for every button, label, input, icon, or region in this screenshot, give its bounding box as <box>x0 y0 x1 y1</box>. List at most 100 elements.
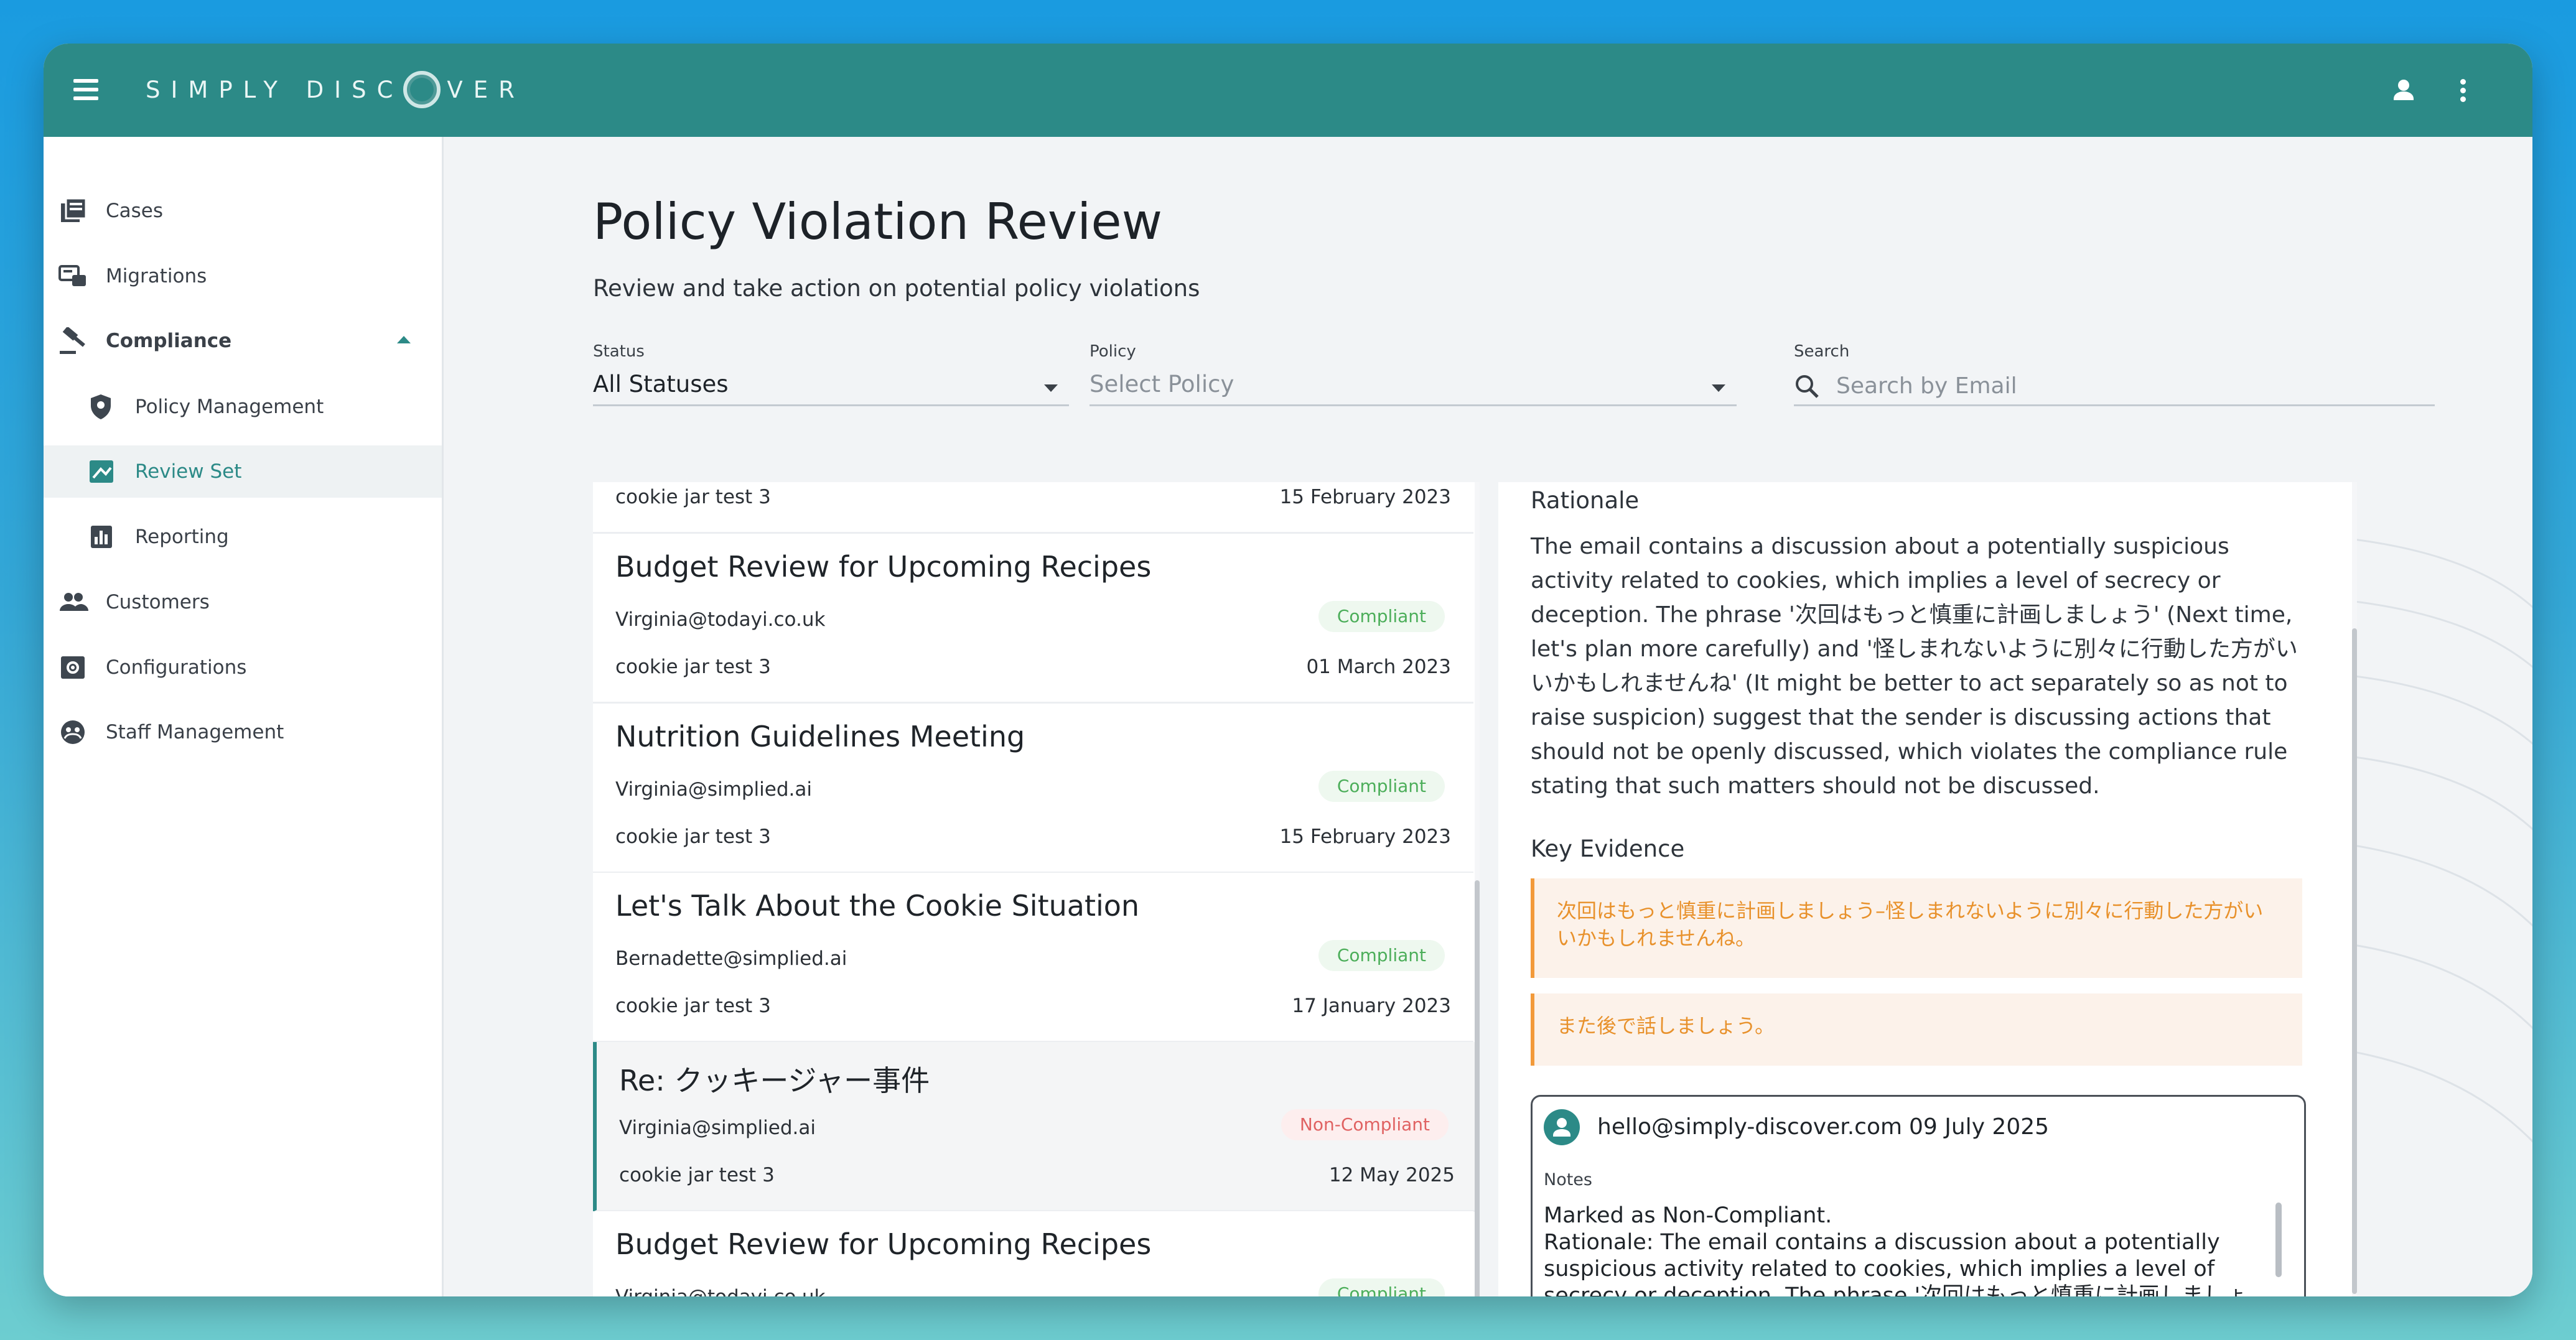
sidebar-item-reporting[interactable]: Reporting <box>44 511 442 563</box>
sidebar-item-cases[interactable]: Cases <box>44 185 442 237</box>
account-icon[interactable] <box>2384 70 2424 110</box>
notes-scrollbar-thumb[interactable] <box>2275 1203 2282 1277</box>
detail-scrollbar-thumb[interactable] <box>2352 628 2357 1294</box>
sidebar-item-customers[interactable]: Customers <box>44 576 442 628</box>
email-case: cookie jar test 3 <box>615 486 771 508</box>
key-evidence-heading: Key Evidence <box>1531 835 1685 862</box>
staff-icon <box>58 719 88 746</box>
email-case: cookie jar test 3 <box>619 1164 775 1186</box>
status-badge: Compliant <box>1318 1278 1445 1296</box>
email-list: cookie jar test 3 15 February 2023 Budge… <box>593 482 1480 1296</box>
policy-shield-icon <box>87 393 117 421</box>
app-window: SIMPLY DISC VER Cases Migrations Complia… <box>44 44 2532 1296</box>
sidebar-item-migrations[interactable]: Migrations <box>44 250 442 302</box>
email-date: 15 February 2023 <box>1279 826 1451 848</box>
top-app-bar: SIMPLY DISC VER <box>44 44 2532 137</box>
email-date: 17 January 2023 <box>1292 995 1451 1017</box>
note-author: hello@simply-discover.com <box>1597 1114 1903 1140</box>
dropdown-arrow-icon <box>1044 384 1058 392</box>
status-badge: Compliant <box>1318 940 1445 971</box>
sidebar-item-label: Policy Management <box>135 396 324 418</box>
list-item-selected[interactable]: Re: クッキージャー事件 Virginia@simplied.ai Non-C… <box>593 1042 1477 1212</box>
sidebar-item-label: Review Set <box>135 460 242 483</box>
email-case: cookie jar test 3 <box>615 995 771 1017</box>
more-vert-icon[interactable] <box>2443 70 2483 110</box>
search-input[interactable] <box>1835 370 2397 402</box>
dropdown-arrow-icon <box>1712 384 1725 392</box>
search-field <box>1794 367 2435 406</box>
migrations-icon <box>58 263 88 290</box>
page-subtitle: Review and take action on potential poli… <box>593 275 1200 302</box>
sidebar-item-label: Cases <box>106 200 164 222</box>
main-content: Policy Violation Review Review and take … <box>444 137 2532 1296</box>
gavel-icon <box>58 326 88 355</box>
cases-icon <box>58 197 88 225</box>
notes-text[interactable]: Marked as Non-Compliant. Rationale: The … <box>1544 1203 2266 1296</box>
review-note-card: hello@simply-discover.com 09 July 2025 N… <box>1531 1095 2306 1296</box>
violation-detail-panel: Rationale The email contains a discussio… <box>1498 482 2357 1296</box>
email-date: 12 May 2025 <box>1328 1164 1455 1186</box>
email-subject: Let's Talk About the Cookie Situation <box>615 889 1140 923</box>
email-date: 01 March 2023 <box>1306 656 1451 678</box>
sidebar-item-label: Configurations <box>106 656 247 679</box>
sidebar-item-staff-management[interactable]: Staff Management <box>44 706 442 758</box>
avatar <box>1544 1109 1580 1145</box>
status-badge: Compliant <box>1318 771 1445 802</box>
email-subject: Budget Review for Upcoming Recipes <box>615 550 1152 584</box>
evidence-quote: 次回はもっと慎重に計画しましょう–怪しまれないように別々に行動した方がいいかもし… <box>1531 878 2302 978</box>
policy-filter-label: Policy <box>1090 342 1136 361</box>
people-icon <box>58 589 88 616</box>
list-item[interactable]: Budget Review for Upcoming Recipes Virgi… <box>593 1211 1473 1296</box>
brand-text-start: SIMPLY DISC <box>146 76 404 103</box>
list-item[interactable]: Nutrition Guidelines Meeting Virginia@si… <box>593 704 1473 873</box>
email-sender: Bernadette@simplied.ai <box>615 947 847 970</box>
review-set-icon <box>87 458 117 485</box>
notes-label: Notes <box>1544 1170 1592 1189</box>
status-select[interactable]: All Statuses <box>593 367 1069 406</box>
sidebar-item-policy-management[interactable]: Policy Management <box>44 381 442 433</box>
policy-select[interactable]: Select Policy <box>1090 367 1737 406</box>
rationale-heading: Rationale <box>1531 487 1640 514</box>
email-date: 15 February 2023 <box>1279 486 1451 508</box>
email-subject: Re: クッキージャー事件 <box>619 1064 930 1097</box>
list-item[interactable]: Budget Review for Upcoming Recipes Virgi… <box>593 534 1473 704</box>
email-subject: Nutrition Guidelines Meeting <box>615 720 1025 753</box>
sidebar: Cases Migrations Compliance Policy Manag… <box>44 137 444 1296</box>
sidebar-item-review-set[interactable]: Review Set <box>44 445 442 498</box>
sidebar-item-configurations[interactable]: Configurations <box>44 641 442 694</box>
list-scrollbar-thumb[interactable] <box>1475 880 1480 1296</box>
evidence-quote: また後で話しましょう。 <box>1531 993 2302 1066</box>
chevron-up-icon <box>397 336 411 343</box>
settings-box-icon <box>58 654 88 681</box>
email-sender: Virginia@todayi.co.uk <box>615 1286 825 1296</box>
hamburger-menu-icon[interactable] <box>73 74 103 106</box>
status-select-value: All Statuses <box>593 371 729 398</box>
rationale-text: The email contains a discussion about a … <box>1531 534 2298 799</box>
sidebar-item-label: Staff Management <box>106 721 284 743</box>
email-case: cookie jar test 3 <box>615 826 771 848</box>
email-subject: Budget Review for Upcoming Recipes <box>615 1227 1152 1261</box>
sidebar-item-label: Compliance <box>106 330 232 352</box>
status-badge: Non-Compliant <box>1281 1109 1449 1140</box>
policy-select-placeholder: Select Policy <box>1090 371 1234 398</box>
note-date: 09 July 2025 <box>1909 1114 2050 1140</box>
search-label: Search <box>1794 342 1850 361</box>
email-sender: Virginia@simplied.ai <box>619 1117 816 1139</box>
brand-logo: SIMPLY DISC VER <box>146 71 525 108</box>
email-sender: Virginia@todayi.co.uk <box>615 608 826 631</box>
sidebar-item-label: Reporting <box>135 526 229 548</box>
logo-ring-icon <box>403 71 441 108</box>
sidebar-item-compliance[interactable]: Compliance <box>44 315 442 367</box>
page-title: Policy Violation Review <box>593 193 1163 251</box>
email-case: cookie jar test 3 <box>615 656 771 678</box>
status-badge: Compliant <box>1318 601 1445 632</box>
sidebar-item-label: Migrations <box>106 265 207 287</box>
email-sender: Virginia@simplied.ai <box>615 778 812 801</box>
sidebar-item-label: Customers <box>106 591 210 613</box>
search-icon <box>1794 373 1821 401</box>
list-item[interactable]: cookie jar test 3 15 February 2023 <box>593 482 1473 534</box>
list-item[interactable]: Let's Talk About the Cookie Situation Be… <box>593 873 1473 1043</box>
brand-text-end: VER <box>447 76 525 103</box>
bar-chart-icon <box>87 523 117 551</box>
status-filter-label: Status <box>593 342 645 361</box>
